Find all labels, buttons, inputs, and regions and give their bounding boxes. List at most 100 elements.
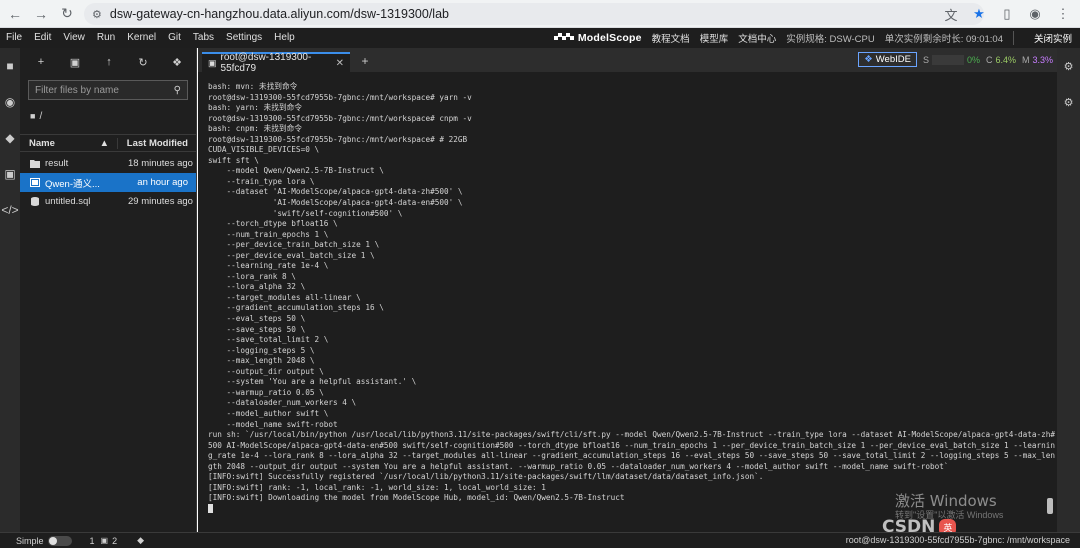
terminal-line: --num_train_epochs 1 \	[208, 229, 329, 239]
link-tutorials[interactable]: 教程文档	[652, 31, 690, 45]
terminal-line: CUDA_VISIBLE_DEVICES=0 \	[208, 145, 320, 155]
file-modified: an hour ago	[137, 177, 188, 188]
file-name: Qwen-通义...	[45, 178, 100, 190]
database-icon	[31, 197, 39, 206]
running-icon[interactable]: ◉	[0, 84, 20, 120]
menu-file[interactable]: File	[0, 28, 28, 48]
webide-label: WebIDE	[875, 54, 911, 65]
terminal-line: --eval_steps 50 \	[208, 314, 306, 324]
site-info-icon[interactable]: ⚙	[92, 8, 102, 21]
scrollbar-thumb[interactable]	[1047, 498, 1053, 514]
storage-value: 0%	[966, 54, 980, 65]
menu-tabs[interactable]: Tabs	[187, 28, 220, 48]
menu-view[interactable]: View	[57, 28, 91, 48]
upload-icon[interactable]: ↑	[102, 56, 116, 68]
brand-name: ModelScope	[577, 32, 642, 44]
refresh-icon[interactable]: ↻	[136, 56, 150, 69]
folder-icon[interactable]: ■	[0, 48, 20, 84]
terminal-line: --learning_rate 1e-4 \	[208, 261, 329, 271]
terminal-count-icon: ▣	[100, 536, 109, 545]
menu-kernel[interactable]: Kernel	[121, 28, 162, 48]
terminal-line: --torch_dtype bfloat16 \	[208, 219, 338, 229]
debugger-icon[interactable]: ⚙	[1057, 84, 1080, 120]
file-name: untitled.sql	[45, 196, 91, 207]
simple-mode-toggle[interactable]	[47, 535, 72, 546]
folder-icon[interactable]: ■	[30, 111, 35, 121]
code-icon[interactable]: </>	[0, 192, 20, 228]
list-item[interactable]: Qwen-通义... an hour ago	[20, 173, 196, 192]
menu-edit[interactable]: Edit	[28, 28, 57, 48]
terminal-line: 'AI-ModelScope/alpaca-gpt4-data-en#500' …	[208, 198, 463, 208]
webide-button[interactable]: ❖ WebIDE	[858, 52, 917, 67]
menu-settings[interactable]: Settings	[220, 28, 268, 48]
file-modified: 18 minutes ago	[128, 158, 193, 169]
terminal-line: --warmup_ratio 0.05 \	[208, 387, 324, 397]
file-browser: + ▣ ↑ ↻ ❖ ⚲ ■ / Name ▲ Last Modified res…	[20, 48, 197, 532]
profile-icon[interactable]: ◉	[1026, 5, 1044, 23]
close-instance-button[interactable]: 关闭实例	[1034, 31, 1072, 45]
browser-menu-icon[interactable]: ⋮	[1054, 5, 1072, 23]
resource-monitor: ❖ WebIDE S 0% C 6.4% M 3.3%	[858, 52, 1053, 67]
instance-spec: 实例规格: DSW-CPU	[786, 34, 875, 45]
modelscope-logo[interactable]: ModelScope	[553, 32, 642, 44]
terminal-line: swift sft \	[208, 155, 259, 165]
extensions-icon[interactable]: ▯	[998, 5, 1016, 23]
address-bar[interactable]: ⚙ dsw-gateway-cn-hangzhou.data.aliyun.co…	[84, 3, 984, 25]
memory-label: M	[1021, 54, 1030, 65]
reload-icon[interactable]: ↻	[56, 3, 78, 25]
terminal-line: --per_device_train_batch_size 1 \	[208, 240, 380, 250]
terminal-line: root@dsw-1319300-55fcd7955b-7gbnc:/mnt/w…	[208, 92, 472, 102]
terminal-line: root@dsw-1319300-55fcd7955b-7gbnc:/mnt/w…	[208, 134, 468, 144]
terminal-line: --lora_rank 8 \	[208, 271, 296, 281]
git-icon[interactable]: ◆	[0, 120, 20, 156]
modelscope-logo-icon	[553, 33, 574, 40]
webide-icon: ❖	[864, 54, 873, 65]
link-doc-center[interactable]: 文档中心	[738, 31, 776, 45]
terminal-line: g_rate 1e-4 --lora_rank 8 --lora_alpha 3…	[208, 451, 1055, 461]
new-launcher-icon[interactable]: +	[34, 56, 48, 68]
terminal-line: gth 2048 --output_dir output --system Yo…	[208, 461, 949, 471]
terminal-output[interactable]: bash: mvn: 未找到命令 root@dsw-1319300-55fcd79…	[198, 72, 1057, 532]
new-folder-icon[interactable]: ▣	[68, 56, 82, 69]
git-status-icon[interactable]: ◆	[137, 535, 144, 546]
link-model-hub[interactable]: 模型库	[700, 31, 729, 45]
file-list: result 18 minutes ago Qwen-通义... an hour…	[20, 154, 196, 211]
status-bar: Simple 1 ▣ 2 ◆ root@dsw-1319300-55fcd795…	[0, 532, 1080, 548]
filter-box: ⚲	[28, 80, 188, 100]
menu-git[interactable]: Git	[162, 28, 187, 48]
close-icon[interactable]: ✕	[336, 58, 344, 69]
terminal-line: --train_type lora \	[208, 176, 315, 186]
bookmark-star-icon[interactable]: ★	[970, 5, 988, 23]
terminal-line: 500 AI-ModelScope/alpaca-gpt4-data-en#50…	[208, 440, 1055, 450]
terminal-line: --dataset 'AI-ModelScope/alpaca-gpt4-dat…	[208, 187, 463, 197]
terminal-line: --gradient_accumulation_steps 16 \	[208, 303, 384, 313]
terminal-line: --model_name swift-robot	[208, 419, 338, 429]
forward-icon[interactable]: →	[30, 3, 52, 25]
right-sidebar: ⚙ ⚙	[1057, 48, 1080, 532]
menu-run[interactable]: Run	[91, 28, 121, 48]
translate-icon[interactable]: 文	[942, 5, 960, 23]
url-text: dsw-gateway-cn-hangzhou.data.aliyun.com/…	[109, 7, 449, 21]
tab-terminal[interactable]: ▣ root@dsw-1319300-55fcd79 ✕	[202, 52, 350, 74]
terminal-line: --save_total_limit 2 \	[208, 335, 329, 345]
menu-help[interactable]: Help	[268, 28, 301, 48]
notebook-icon	[30, 178, 40, 187]
list-item[interactable]: untitled.sql 29 minutes ago	[20, 192, 196, 211]
tab-bar: ▣ root@dsw-1319300-55fcd79 ✕ + ❖ WebIDE …	[198, 48, 1057, 74]
column-modified[interactable]: Last Modified	[118, 138, 196, 149]
filter-input[interactable]	[35, 84, 165, 96]
back-icon[interactable]: ←	[4, 3, 26, 25]
column-name[interactable]: Name ▲	[20, 137, 118, 149]
breadcrumb-path[interactable]: /	[39, 111, 42, 122]
terminal-line: bash: cnpm: 未找到命令	[208, 124, 302, 134]
list-item[interactable]: result 18 minutes ago	[20, 154, 196, 173]
git-clone-icon[interactable]: ❖	[170, 56, 184, 69]
sort-caret-icon: ▲	[99, 137, 109, 149]
terminal-line: --lora_alpha 32 \	[208, 282, 306, 292]
cpu-label: C	[985, 54, 993, 65]
status-path: root@dsw-1319300-55fcd7955b-7gbnc: /mnt/…	[845, 535, 1070, 545]
terminal-line: --model_author swift \	[208, 408, 329, 418]
property-inspector-icon[interactable]: ⚙	[1057, 48, 1080, 84]
add-tab-button[interactable]: +	[356, 52, 374, 70]
extension-icon[interactable]: ▣	[0, 156, 20, 192]
